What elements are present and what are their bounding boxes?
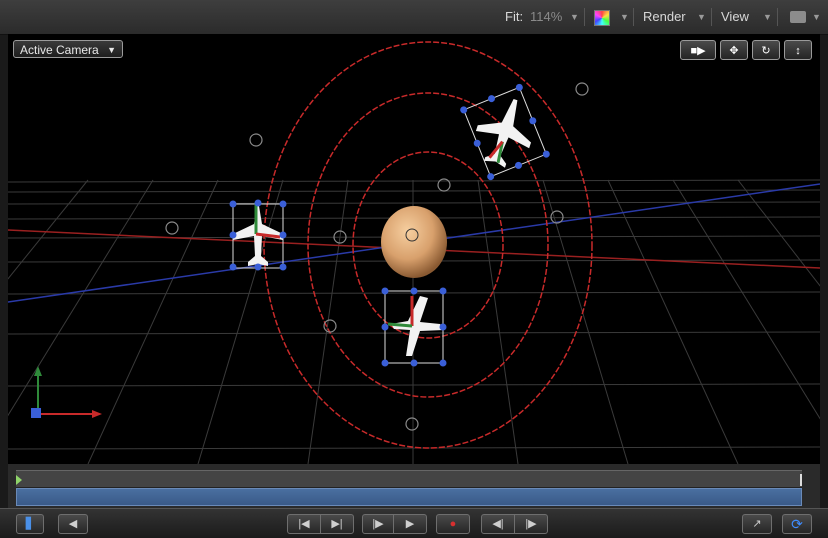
compass-icon[interactable] — [31, 366, 102, 418]
camera-select[interactable]: Active Camera ▼ — [13, 40, 123, 58]
play-from-start-icon[interactable]: |▶ — [362, 514, 394, 534]
fit-zoom-menu[interactable]: 114% — [530, 9, 562, 24]
scene-3d — [8, 41, 820, 464]
divider — [633, 8, 634, 26]
divider — [584, 8, 585, 26]
channels-icon[interactable] — [594, 10, 610, 26]
previous-frame-icon[interactable]: ◀| — [481, 514, 515, 534]
orbit-icon[interactable]: ✥ — [720, 40, 748, 60]
go-to-start-icon[interactable]: |◀ — [287, 514, 321, 534]
loop-icon[interactable]: ⟳ — [782, 514, 812, 534]
canvas-viewport[interactable]: Active Camera ▼ ■▶ ✥ ↻ ↕ — [8, 34, 820, 464]
fit-chevron-down-icon[interactable]: ▼ — [570, 12, 579, 22]
airplane-left[interactable] — [229, 199, 287, 271]
airplane-bottom[interactable] — [381, 287, 447, 367]
timeline-track[interactable] — [16, 488, 802, 506]
audio-icon[interactable]: ◀ — [58, 514, 88, 534]
canvas-toolbar: Fit: 114% ▼ ▼ Render ▼ View ▼ ▼ — [0, 0, 828, 35]
go-to-end-icon[interactable]: ▶| — [320, 514, 354, 534]
timeline-ruler[interactable] — [16, 470, 802, 488]
camera-select-label: Active Camera — [20, 43, 99, 57]
layout-chevron-down-icon[interactable]: ▼ — [812, 12, 821, 22]
play-range-start-marker[interactable] — [16, 475, 22, 485]
view-menu[interactable]: View — [721, 9, 749, 24]
fullscreen-icon[interactable]: ↗ — [742, 514, 772, 534]
next-frame-icon[interactable]: |▶ — [514, 514, 548, 534]
layout-icon[interactable] — [790, 11, 806, 23]
mini-timeline — [8, 464, 820, 508]
view-chevron-down-icon[interactable]: ▼ — [763, 12, 772, 22]
dolly-icon[interactable]: ↕ — [784, 40, 812, 60]
fit-label: Fit: — [505, 9, 524, 24]
chevron-down-icon: ▼ — [107, 45, 116, 55]
play-range-end-marker[interactable] — [797, 474, 802, 486]
record-icon[interactable]: ● — [436, 514, 470, 534]
channels-chevron-down-icon[interactable]: ▼ — [620, 12, 629, 22]
render-chevron-down-icon[interactable]: ▼ — [697, 12, 706, 22]
transport-controls: ▋ ◀ |◀ ▶| |▶ ▶ ● ◀| |▶ ↗ ⟳ — [0, 508, 828, 538]
camera-icon[interactable]: ■▶ — [680, 40, 716, 60]
planet-sphere[interactable] — [381, 206, 447, 278]
path-nodes — [165, 82, 589, 431]
rotate-icon[interactable]: ↻ — [752, 40, 780, 60]
divider — [777, 8, 778, 26]
timeline-toggle-icon[interactable]: ▋ — [16, 514, 44, 534]
play-icon[interactable]: ▶ — [393, 514, 427, 534]
render-menu[interactable]: Render — [643, 9, 686, 24]
airplane-top-right[interactable] — [448, 75, 561, 189]
divider — [711, 8, 712, 26]
